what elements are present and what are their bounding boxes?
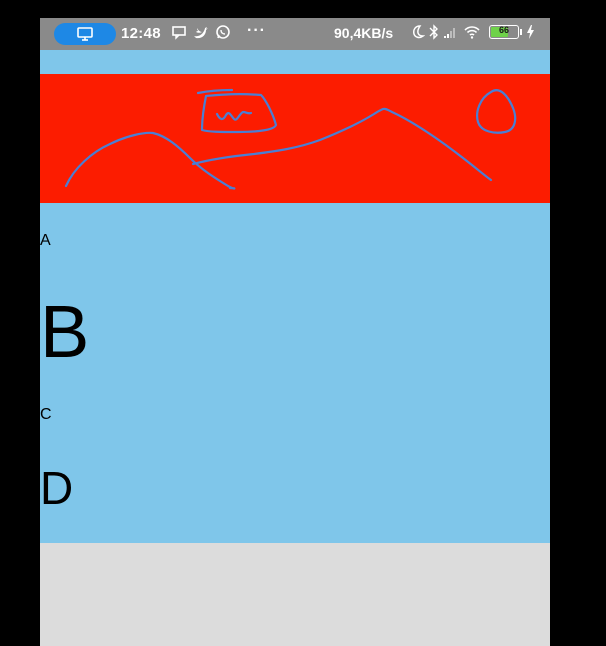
notification-icons	[171, 24, 231, 40]
moon-icon	[413, 25, 425, 39]
charging-icon	[527, 25, 534, 39]
network-speed: 90,4KB/s	[334, 25, 394, 41]
sun-stroke	[476, 89, 517, 134]
message-icon	[172, 26, 186, 40]
signal-icon	[444, 28, 455, 38]
box-stroke	[200, 93, 278, 134]
letter-c: C	[40, 406, 52, 423]
freehand-drawing	[64, 88, 517, 190]
drawing-canvas[interactable]	[40, 74, 550, 203]
system-icons: 66	[411, 24, 535, 40]
more-notifications-icon: ···	[247, 22, 266, 39]
twitter-icon	[194, 27, 208, 39]
letter-a: A	[40, 232, 51, 249]
wifi-icon	[464, 26, 480, 39]
app-top-strip	[40, 50, 550, 74]
bluetooth-icon	[429, 24, 438, 40]
letters-panel: A B C D	[40, 203, 550, 543]
letter-d: D	[40, 462, 74, 514]
bottom-empty-area	[40, 543, 550, 646]
wave-stroke	[215, 110, 253, 121]
box-top-stroke	[196, 88, 234, 95]
battery-level: 66	[498, 25, 509, 35]
battery-icon: 66	[489, 25, 519, 39]
phone-screen: 12:48 ··· 90,4KB/s 66 A B C D	[40, 18, 550, 646]
letter-b: B	[40, 290, 90, 373]
clock-time: 12:48	[121, 25, 161, 42]
battery-nub	[520, 29, 522, 35]
whatsapp-icon	[216, 25, 230, 39]
screen-share-pill[interactable]	[54, 23, 116, 45]
status-bar: 12:48 ··· 90,4KB/s 66	[40, 18, 550, 50]
screen-icon	[77, 27, 93, 41]
